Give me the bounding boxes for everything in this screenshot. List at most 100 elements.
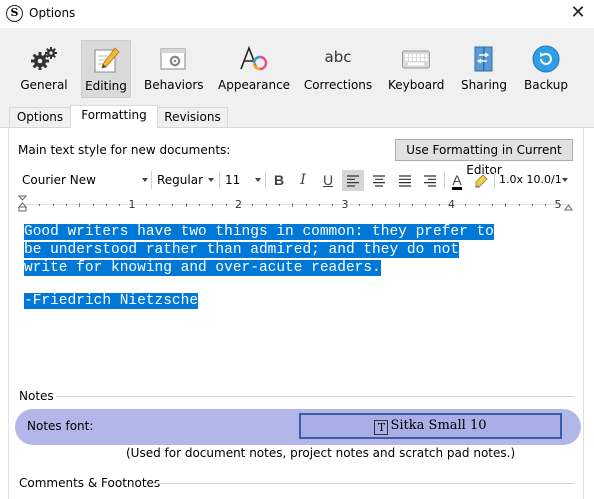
ruler-tick [265, 204, 267, 206]
tab-formatting[interactable]: Formatting [70, 105, 158, 129]
text-color-button[interactable]: A [446, 170, 468, 191]
align-right-button[interactable] [419, 170, 441, 191]
separator [444, 171, 445, 189]
ruler-tick [305, 204, 307, 206]
font-size-value: 11 [225, 173, 241, 187]
underline-button[interactable]: U [317, 170, 339, 191]
ruler-tick [491, 204, 493, 206]
close-icon[interactable]: ✕ [567, 2, 589, 24]
ruler-tick [52, 204, 54, 206]
bold-button[interactable]: B [268, 170, 290, 191]
gears-icon [31, 47, 57, 70]
toolbar-editing[interactable]: Editing [81, 40, 131, 98]
toolbar-label: Appearance [218, 78, 291, 92]
ruler-tick [478, 204, 480, 206]
ruler-tick [372, 204, 374, 206]
quote-attribution: -Friedrich Nietzsche [24, 293, 199, 309]
ruler-tick [358, 204, 360, 206]
font-family-dropdown[interactable]: Courier New [22, 168, 150, 192]
align-justify-icon [399, 175, 411, 187]
italic-button[interactable]: I [292, 170, 314, 191]
ruler-number: 5 [554, 198, 562, 211]
ruler-tick [518, 204, 520, 206]
align-justify-button[interactable] [394, 170, 416, 191]
highlighter-icon [475, 174, 488, 188]
notes-font-value: Sitka Small 10 [390, 418, 487, 433]
ruler-tick [438, 204, 440, 206]
comments-section-title: Comments & Footnotes [19, 476, 161, 490]
ruler-tick [545, 204, 547, 206]
align-left-button[interactable] [342, 170, 364, 191]
sample-text[interactable]: Good writers have two things in common: … [24, 223, 569, 325]
toolbar-sharing[interactable]: Sharing [459, 40, 509, 98]
font-icon: T [374, 420, 389, 435]
comments-divider [152, 483, 574, 484]
ruler-tick [252, 204, 254, 206]
options-tabs: Options Formatting Revisions [0, 100, 594, 129]
tab-revisions[interactable]: Revisions [157, 107, 228, 128]
keyboard-icon [402, 50, 430, 69]
font-style-dropdown[interactable]: Regular [157, 168, 219, 192]
ruler-tick [185, 203, 187, 207]
quote-line: be understood rather than admired; and t… [24, 242, 460, 258]
ruler-number: 1 [128, 198, 136, 211]
ruler-number: 4 [448, 198, 455, 211]
left-indent-marker[interactable] [18, 195, 27, 213]
ruler[interactable]: 1 2 3 4 5 [18, 195, 575, 215]
pencil-icon [94, 47, 120, 73]
quote-line: Good writers have two things in common: … [24, 224, 494, 240]
notes-divider [56, 396, 574, 397]
align-left-icon [347, 175, 359, 187]
ruler-tick [172, 204, 174, 206]
chevron-down-icon [208, 178, 214, 182]
title-bar: S Options ✕ [0, 0, 594, 28]
notes-hint: (Used for document notes, project notes … [126, 446, 516, 460]
toolbar-corrections[interactable]: abc Corrections [303, 40, 373, 98]
align-center-button[interactable] [368, 170, 390, 191]
font-family-value: Courier New [22, 173, 96, 187]
ruler-tick [119, 204, 121, 206]
toolbar-behaviors[interactable]: Behaviors [144, 40, 204, 98]
ruler-tick [65, 204, 67, 206]
line-spacing-dropdown[interactable]: 1.0x 10.0/1 [499, 168, 573, 192]
main-style-label: Main text style for new documents: [18, 143, 231, 157]
ruler-tick [465, 204, 467, 206]
notes-font-label: Notes font: [27, 419, 94, 433]
toolbar-keyboard[interactable]: Keyboard [388, 40, 444, 98]
ruler-tick [278, 204, 280, 206]
align-right-icon [424, 175, 436, 187]
sharing-icon [474, 46, 493, 72]
toolbar-label: Backup [524, 78, 568, 92]
ruler-tick [292, 203, 294, 207]
notes-font-button[interactable]: T Sitka Small 10 [299, 413, 562, 439]
ruler-tick [212, 204, 214, 206]
ruler-tick [145, 204, 147, 206]
tab-options[interactable]: Options [9, 107, 71, 128]
font-style-value: Regular [157, 173, 204, 187]
toolbar-label: Behaviors [144, 78, 204, 92]
quote-paragraph: Good writers have two things in common: … [24, 223, 569, 277]
ruler-tick [318, 204, 320, 206]
use-formatting-button[interactable]: Use Formatting in Current Editor [395, 139, 573, 177]
notes-section-title: Notes [19, 389, 54, 403]
quote-line: write for knowing and over-acute readers… [24, 260, 381, 276]
right-indent-marker[interactable] [564, 195, 573, 213]
toolbar-label: Editing [85, 79, 127, 93]
toolbar-appearance[interactable]: Appearance [218, 40, 291, 98]
ruler-tick [412, 204, 414, 206]
ruler-tick [105, 204, 107, 206]
ruler-tick [159, 204, 161, 206]
ruler-tick [92, 204, 94, 206]
highlight-button[interactable] [470, 170, 492, 191]
window-gear-icon [160, 48, 186, 70]
app-icon: S [6, 5, 23, 22]
separator [265, 171, 266, 189]
toolbar-backup[interactable]: Backup [522, 40, 570, 98]
separator [219, 171, 220, 189]
abc-icon-text: abc [324, 48, 352, 66]
toolbar-general[interactable]: General [18, 40, 70, 98]
ruler-tick [332, 204, 334, 206]
separator [151, 171, 152, 189]
line-spacing-value: 1.0x 10.0/1 [499, 173, 562, 186]
font-size-dropdown[interactable]: 11 [225, 168, 265, 192]
